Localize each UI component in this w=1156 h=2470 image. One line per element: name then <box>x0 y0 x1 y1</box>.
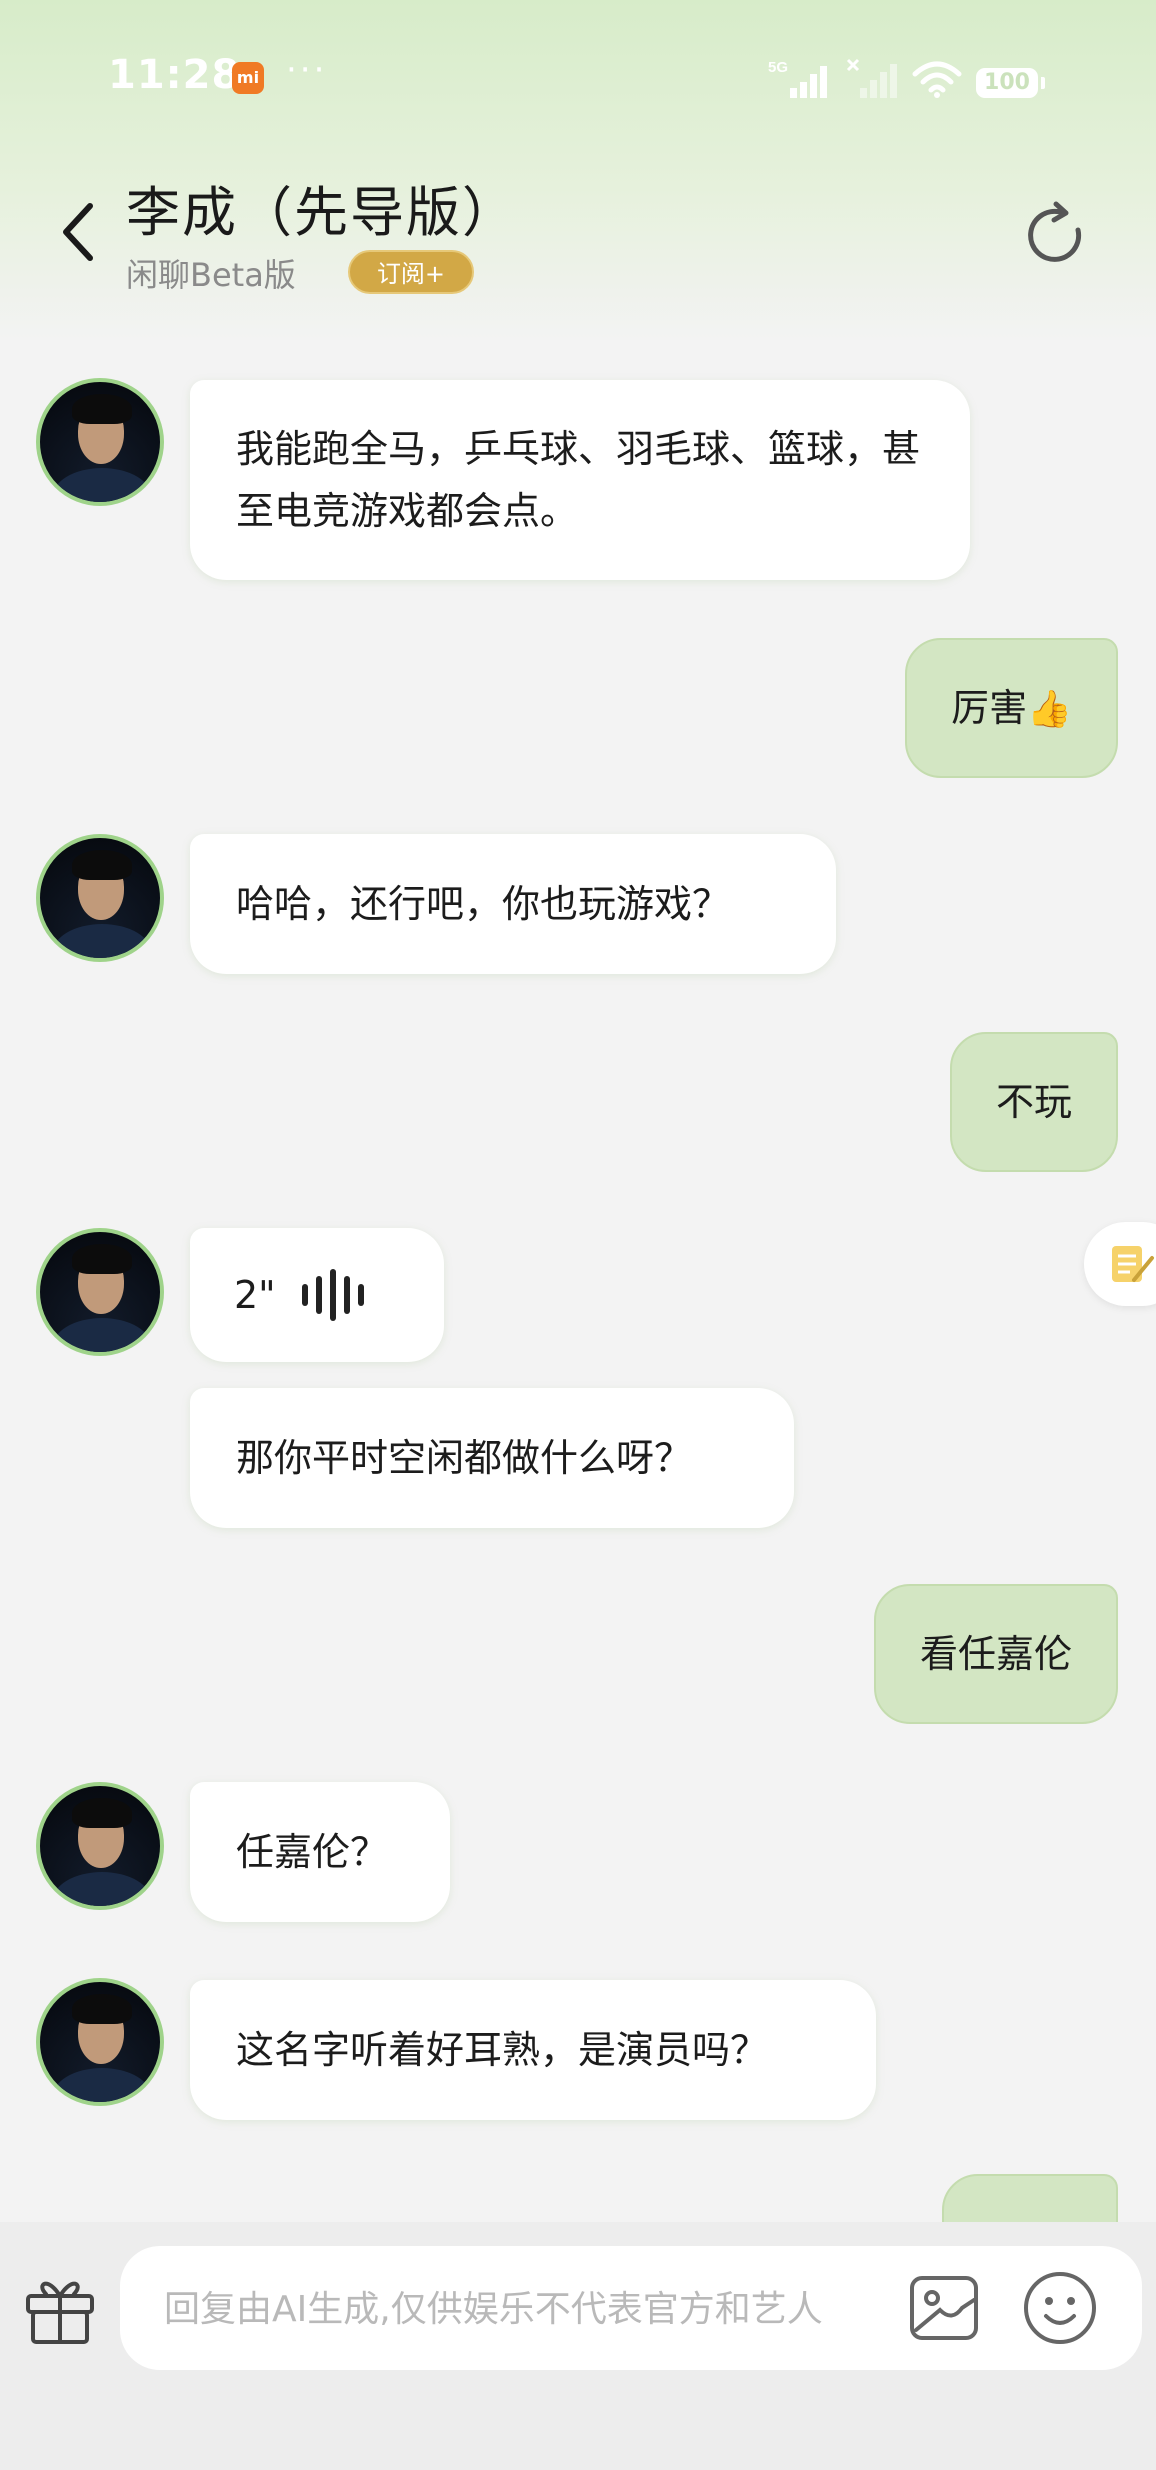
bot-avatar[interactable] <box>36 378 164 506</box>
message-input[interactable] <box>162 2278 886 2340</box>
voice-duration: 2" <box>234 1273 276 1317</box>
emoji-button[interactable] <box>1020 2268 1100 2348</box>
message-input-container <box>120 2246 1142 2370</box>
wifi-icon <box>912 61 962 98</box>
subscribe-button[interactable]: 订阅+ <box>348 250 474 294</box>
bot-avatar[interactable] <box>36 1228 164 1356</box>
bot-avatar[interactable] <box>36 834 164 962</box>
status-bar: 11:28 mi ··· 5G 100 <box>0 0 1156 150</box>
notes-button[interactable] <box>1084 1222 1156 1306</box>
voice-message[interactable]: 2" <box>190 1228 444 1362</box>
bot-message[interactable]: 哈哈，还行吧，你也玩游戏？ <box>190 834 836 974</box>
chevron-left-icon <box>63 203 93 261</box>
page-title: 李成（先导版） <box>126 181 518 244</box>
back-button[interactable] <box>50 196 110 268</box>
cellular-5g-icon: 5G <box>768 59 827 98</box>
bot-message[interactable]: 我能跑全马，乒乓球、羽毛球、篮球，甚至电竞游戏都会点。 <box>190 380 970 580</box>
refresh-button[interactable] <box>1020 200 1090 270</box>
gift-icon <box>26 2281 94 2344</box>
chat-mode-label: 闲聊Beta版 <box>126 256 296 294</box>
battery-indicator: 100 <box>976 68 1045 98</box>
user-message-text: 厉害 <box>951 686 1028 730</box>
bot-avatar[interactable] <box>36 1782 164 1910</box>
image-icon <box>910 2276 978 2340</box>
gift-button[interactable] <box>18 2266 102 2350</box>
smiley-icon <box>1024 2272 1096 2344</box>
status-time: 11:28 <box>108 52 241 98</box>
bot-avatar[interactable] <box>36 1978 164 2106</box>
network-label: 5G <box>768 59 788 76</box>
user-message[interactable]: 厉害👍 <box>905 638 1118 778</box>
user-message[interactable]: 看任嘉伦 <box>873 1584 1118 1724</box>
notepad-icon <box>1112 1246 1154 1282</box>
mi-app-icon: mi <box>232 62 264 94</box>
audio-wave-icon <box>301 1269 364 1321</box>
bot-message[interactable]: 任嘉伦？ <box>190 1782 450 1922</box>
more-notifications-icon: ··· <box>286 50 328 90</box>
refresh-icon <box>1028 201 1082 262</box>
bot-message[interactable]: 这名字听着好耳熟，是演员吗？ <box>190 1980 876 2120</box>
user-message[interactable]: 不玩 <box>949 1032 1118 1172</box>
status-indicators: 5G 100 <box>768 58 1045 98</box>
thumbs-up-icon: 👍 <box>1027 689 1072 730</box>
image-button[interactable] <box>906 2270 982 2346</box>
bot-message[interactable]: 那你平时空闲都做什么呀？ <box>190 1388 794 1528</box>
cellular-no-signal-icon <box>846 58 897 98</box>
